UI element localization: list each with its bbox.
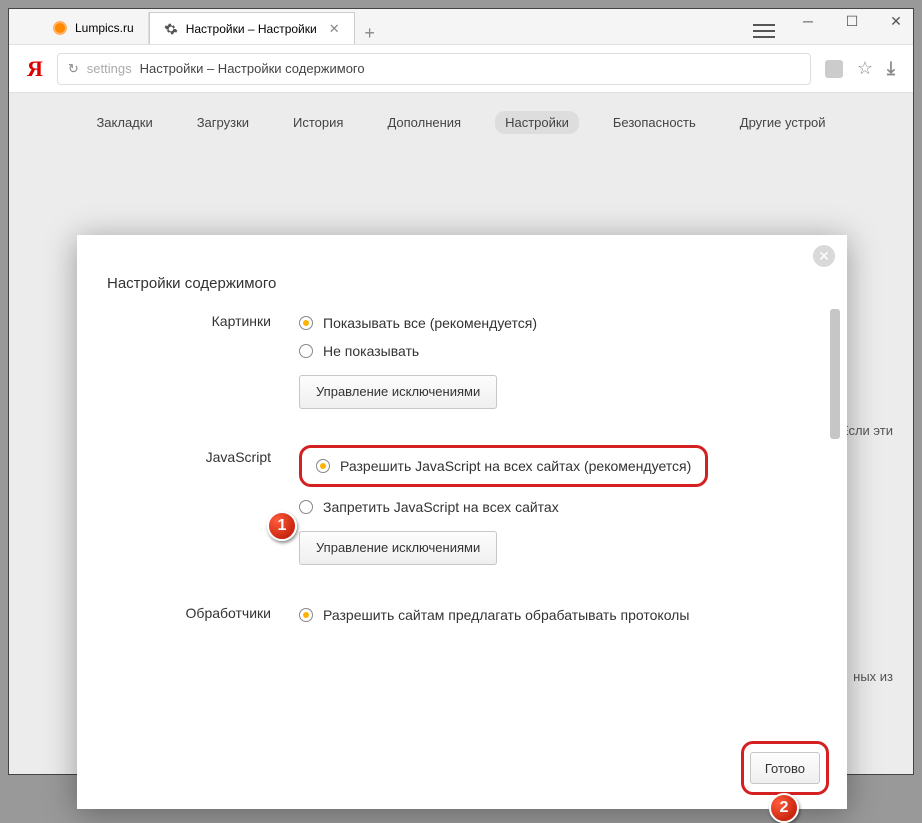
radio-label: Разрешить сайтам предлагать обрабатывать… [323,607,689,623]
images-exceptions-button[interactable]: Управление исключениями [299,375,497,409]
section-label-handlers: Обработчики [97,601,299,629]
radio-icon [299,608,313,622]
nav-devices[interactable]: Другие устрой [730,111,836,134]
close-window-button[interactable]: ✕ [885,13,907,38]
scrollbar-thumb[interactable] [830,309,840,439]
section-javascript: JavaScript Разрешить JavaScript на всех … [97,445,827,565]
gear-icon [164,22,178,36]
annotation-badge-1: 1 [267,511,297,541]
settings-nav: Закладки Загрузки История Дополнения Нас… [9,93,913,152]
radio-icon [299,500,313,514]
radio-handlers-allow[interactable]: Разрешить сайтам предлагать обрабатывать… [299,601,827,629]
address-actions: ☆ ⤓ [825,58,895,79]
radio-icon [316,459,330,473]
nav-history[interactable]: История [283,111,353,134]
radio-label: Запретить JavaScript на всех сайтах [323,499,559,515]
maximize-button[interactable]: ☐ [841,13,863,38]
radio-icon [299,344,313,358]
browser-window: Lumpics.ru Настройки – Настройки ✕ + ─ ☐… [8,8,914,775]
content-settings-dialog: ✕ Настройки содержимого Картинки Показыв… [77,235,847,809]
nav-settings[interactable]: Настройки [495,111,579,134]
hamburger-icon [753,24,775,38]
radio-label: Не показывать [323,343,419,359]
radio-icon [299,316,313,330]
js-exceptions-button[interactable]: Управление исключениями [299,531,497,565]
dialog-scroll-area: Картинки Показывать все (рекомендуется) … [97,309,827,729]
nav-bookmarks[interactable]: Закладки [86,111,162,134]
menu-button[interactable] [753,13,775,38]
radio-js-allow[interactable]: Разрешить JavaScript на всех сайтах (рек… [316,454,691,478]
yandex-logo-icon[interactable]: Я [27,56,43,82]
close-tab-icon[interactable]: ✕ [329,21,340,37]
url-input[interactable]: ↻ settings Настройки – Настройки содержи… [57,53,811,85]
radio-js-block[interactable]: Запретить JavaScript на всех сайтах [299,493,827,521]
tab-title: Настройки – Настройки [186,22,317,36]
reload-icon[interactable]: ↻ [68,61,79,77]
protect-icon[interactable] [825,60,843,78]
downloads-icon[interactable]: ⤓ [887,58,895,79]
annotation-badge-2: 2 [769,793,799,823]
background-text: Если эти [840,423,893,438]
address-bar: Я ↻ settings Настройки – Настройки содер… [9,45,913,93]
new-tab-button[interactable]: + [355,23,385,44]
highlight-js-allow: Разрешить JavaScript на всех сайтах (рек… [299,445,708,487]
minimize-button[interactable]: ─ [797,13,819,38]
lumpics-favicon-icon [53,21,67,35]
window-controls: ─ ☐ ✕ [753,13,907,38]
url-path-prefix: settings [87,61,132,76]
dialog-title: Настройки содержимого [107,275,276,292]
tab-title: Lumpics.ru [75,21,134,35]
url-path: Настройки – Настройки содержимого [140,61,365,76]
bookmark-star-icon[interactable]: ☆ [857,58,873,79]
radio-images-hide[interactable]: Не показывать [299,337,827,365]
highlight-done: Готово [741,741,829,795]
done-button[interactable]: Готово [750,752,820,784]
scrollbar-track[interactable] [829,309,841,729]
background-text-2: ных из [853,669,893,684]
section-label-images: Картинки [97,309,299,409]
radio-label: Показывать все (рекомендуется) [323,315,537,331]
section-label-javascript: JavaScript [97,445,299,565]
section-handlers: Обработчики Разрешить сайтам предлагать … [97,601,827,629]
radio-label: Разрешить JavaScript на всех сайтах (рек… [340,458,691,474]
tab-lumpics[interactable]: Lumpics.ru [39,12,149,44]
nav-addons[interactable]: Дополнения [377,111,471,134]
page-body: Закладки Загрузки История Дополнения Нас… [9,93,913,774]
tab-settings[interactable]: Настройки – Настройки ✕ [149,12,355,44]
tab-bar: Lumpics.ru Настройки – Настройки ✕ + ─ ☐… [9,9,913,45]
section-images: Картинки Показывать все (рекомендуется) … [97,309,827,409]
nav-security[interactable]: Безопасность [603,111,706,134]
nav-downloads[interactable]: Загрузки [187,111,259,134]
dialog-close-button[interactable]: ✕ [813,245,835,267]
radio-images-show[interactable]: Показывать все (рекомендуется) [299,309,827,337]
